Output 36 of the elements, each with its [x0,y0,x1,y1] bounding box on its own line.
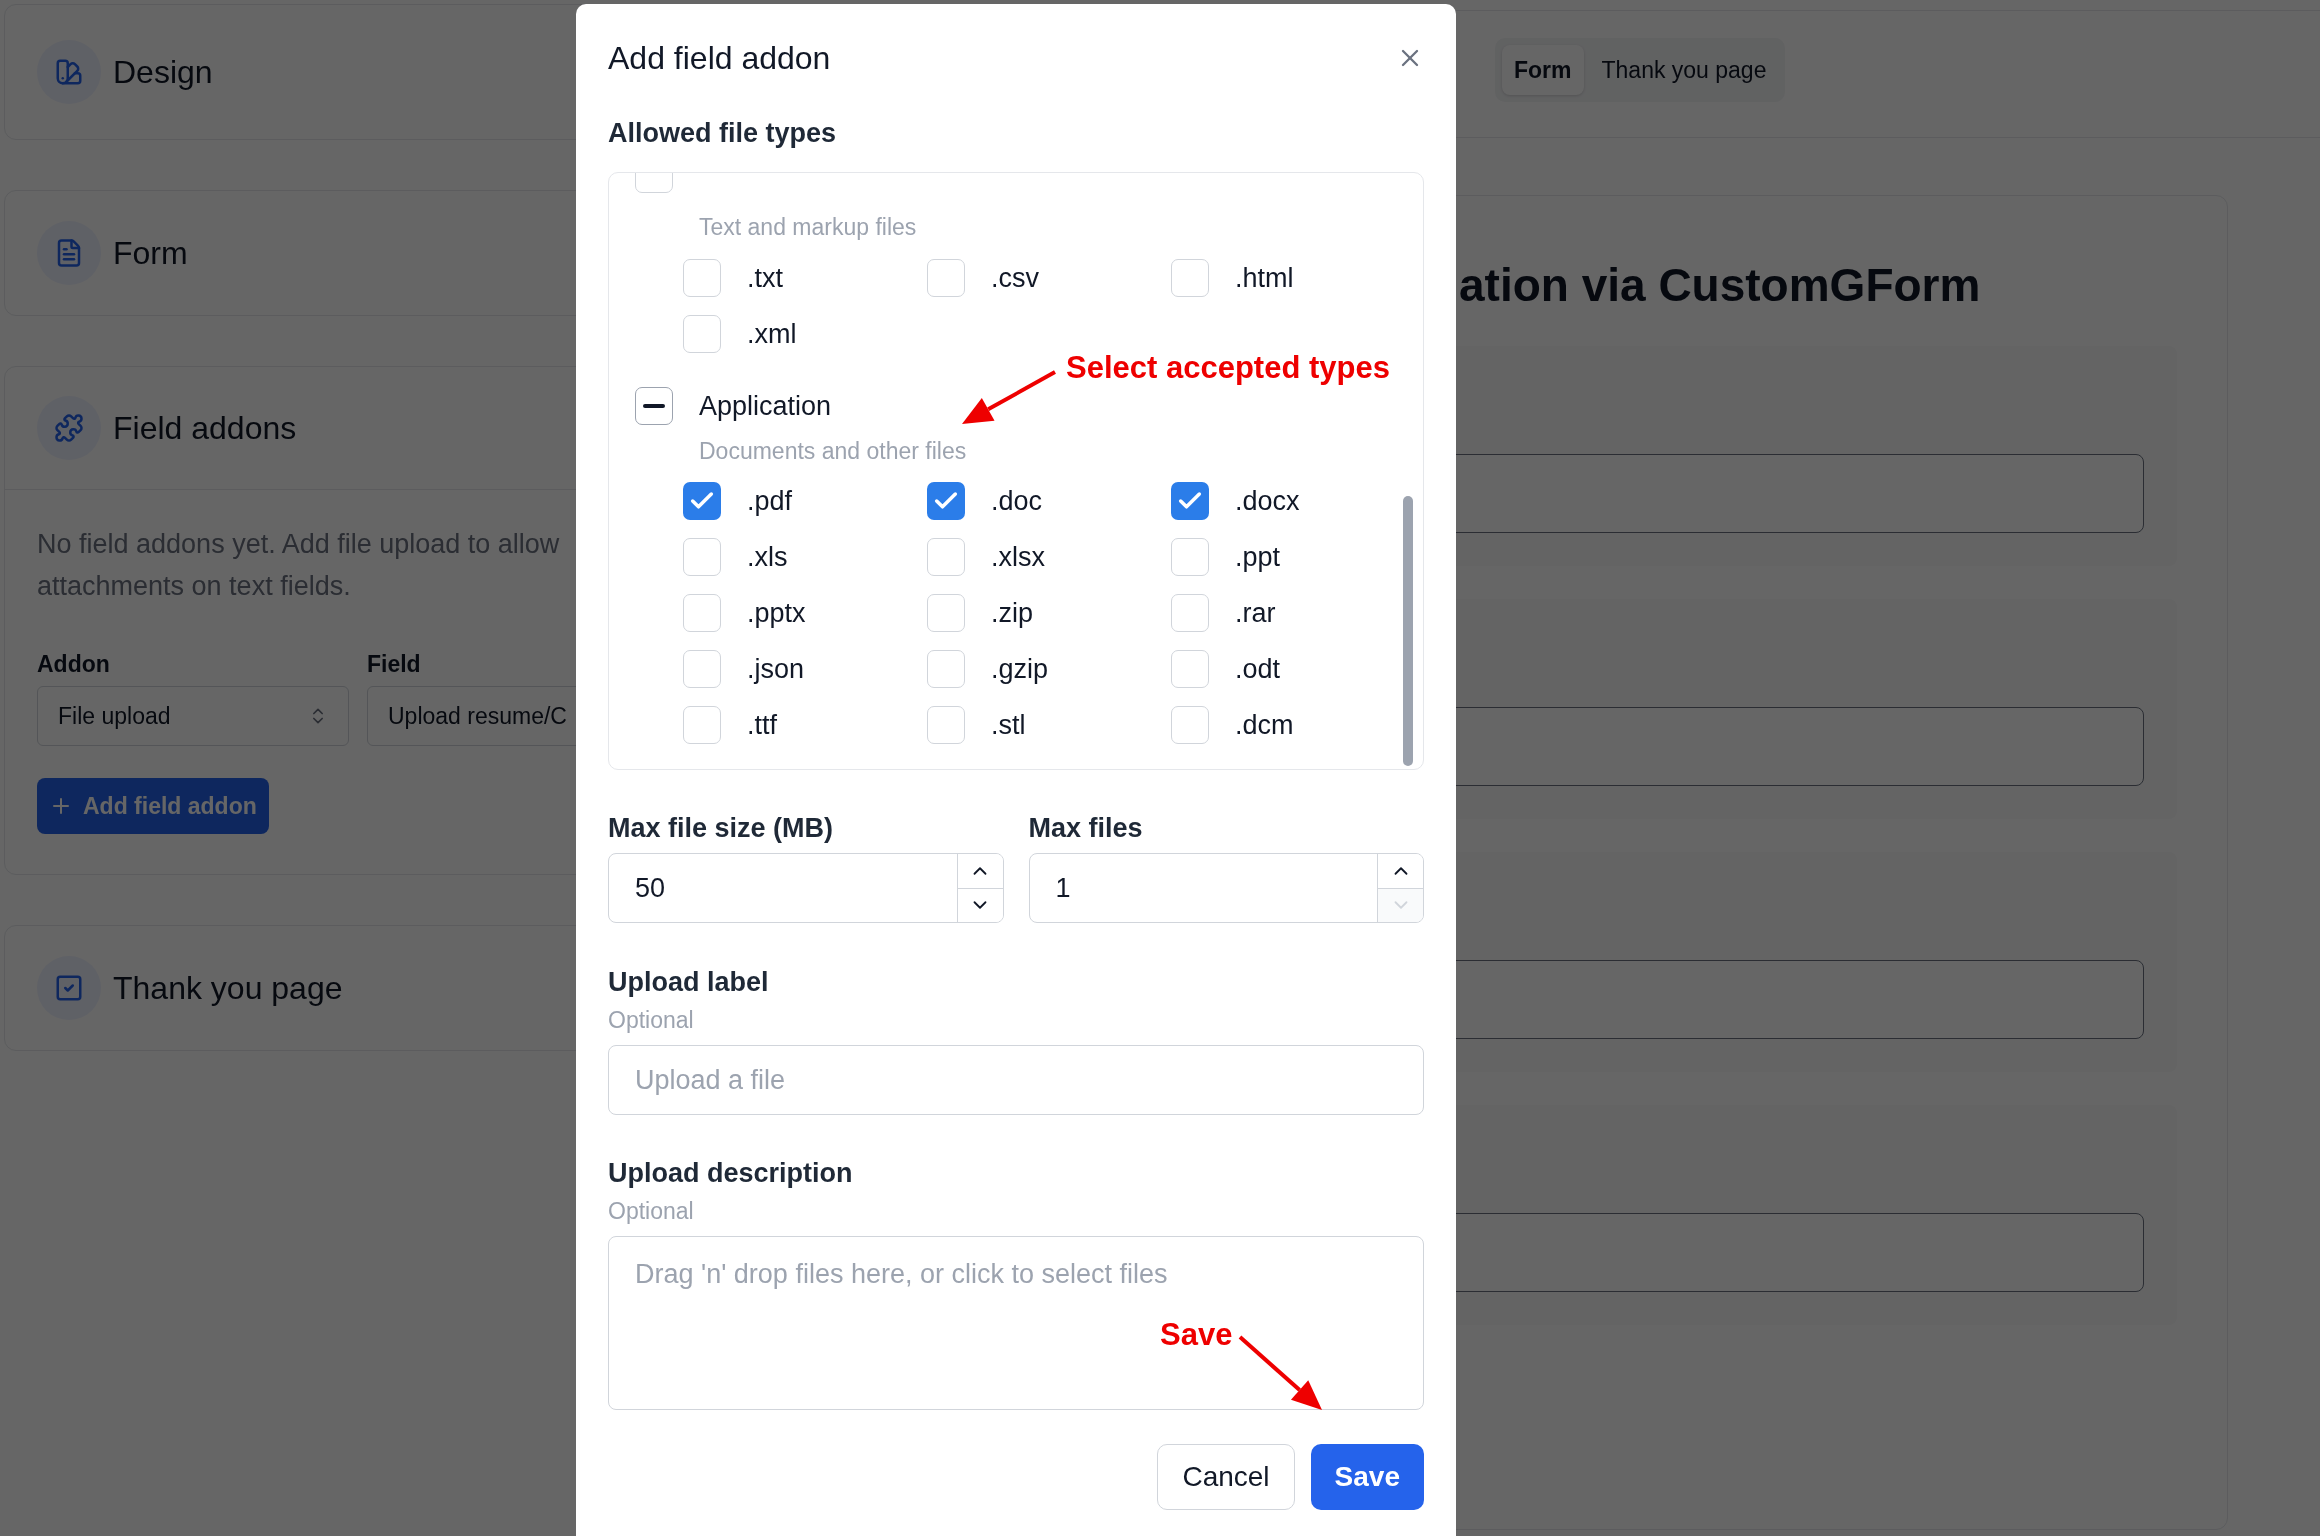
group-title: Application [699,390,832,422]
file-type-label: .xls [747,541,788,573]
file-type-label: .xlsx [991,541,1045,573]
optional-hint: Optional [608,1006,695,1035]
file-type-label: .odt [1235,653,1281,685]
field-label: Max files [1028,812,1144,845]
file-type-label: .doc [991,485,1043,517]
field-label: Field [367,650,422,679]
file-type-label: .pptx [747,597,806,629]
annotation-text: Save [1160,1317,1233,1353]
form-title: ation via CustomGForm [1459,258,1982,313]
group-description: Text and markup files [698,213,918,242]
empty-state-text: No field addons yet. Add file upload to allow attachments on text fields. [37,528,561,603]
modal-title: Add field addon [608,39,831,78]
file-type-label: .zip [991,597,1034,629]
field-label: Max file size (MB) [608,812,835,845]
group-description: Documents and other files [698,437,968,466]
file-type-label: .dcm [1235,709,1294,741]
field-label: Upload label [608,966,770,999]
section-heading: Allowed file types [608,117,838,150]
file-type-label: .csv [991,262,1039,294]
file-type-label: .stl [991,709,1026,741]
file-type-label: .pdf [747,485,793,517]
file-type-label: .gzip [991,653,1049,685]
field-label: Addon [37,650,111,679]
file-type-label: .ttf [747,709,777,741]
field-label: Upload description [608,1157,854,1190]
file-type-label: .html [1235,262,1294,294]
file-type-label: .xml [747,318,797,350]
file-type-label: .rar [1235,597,1276,629]
file-type-label: .ppt [1235,541,1281,573]
annotation-text: Select accepted types [1066,350,1390,386]
optional-hint: Optional [608,1197,695,1226]
file-type-label: .txt [747,262,783,294]
file-type-label: .docx [1235,485,1300,517]
file-type-label: .json [747,653,805,685]
